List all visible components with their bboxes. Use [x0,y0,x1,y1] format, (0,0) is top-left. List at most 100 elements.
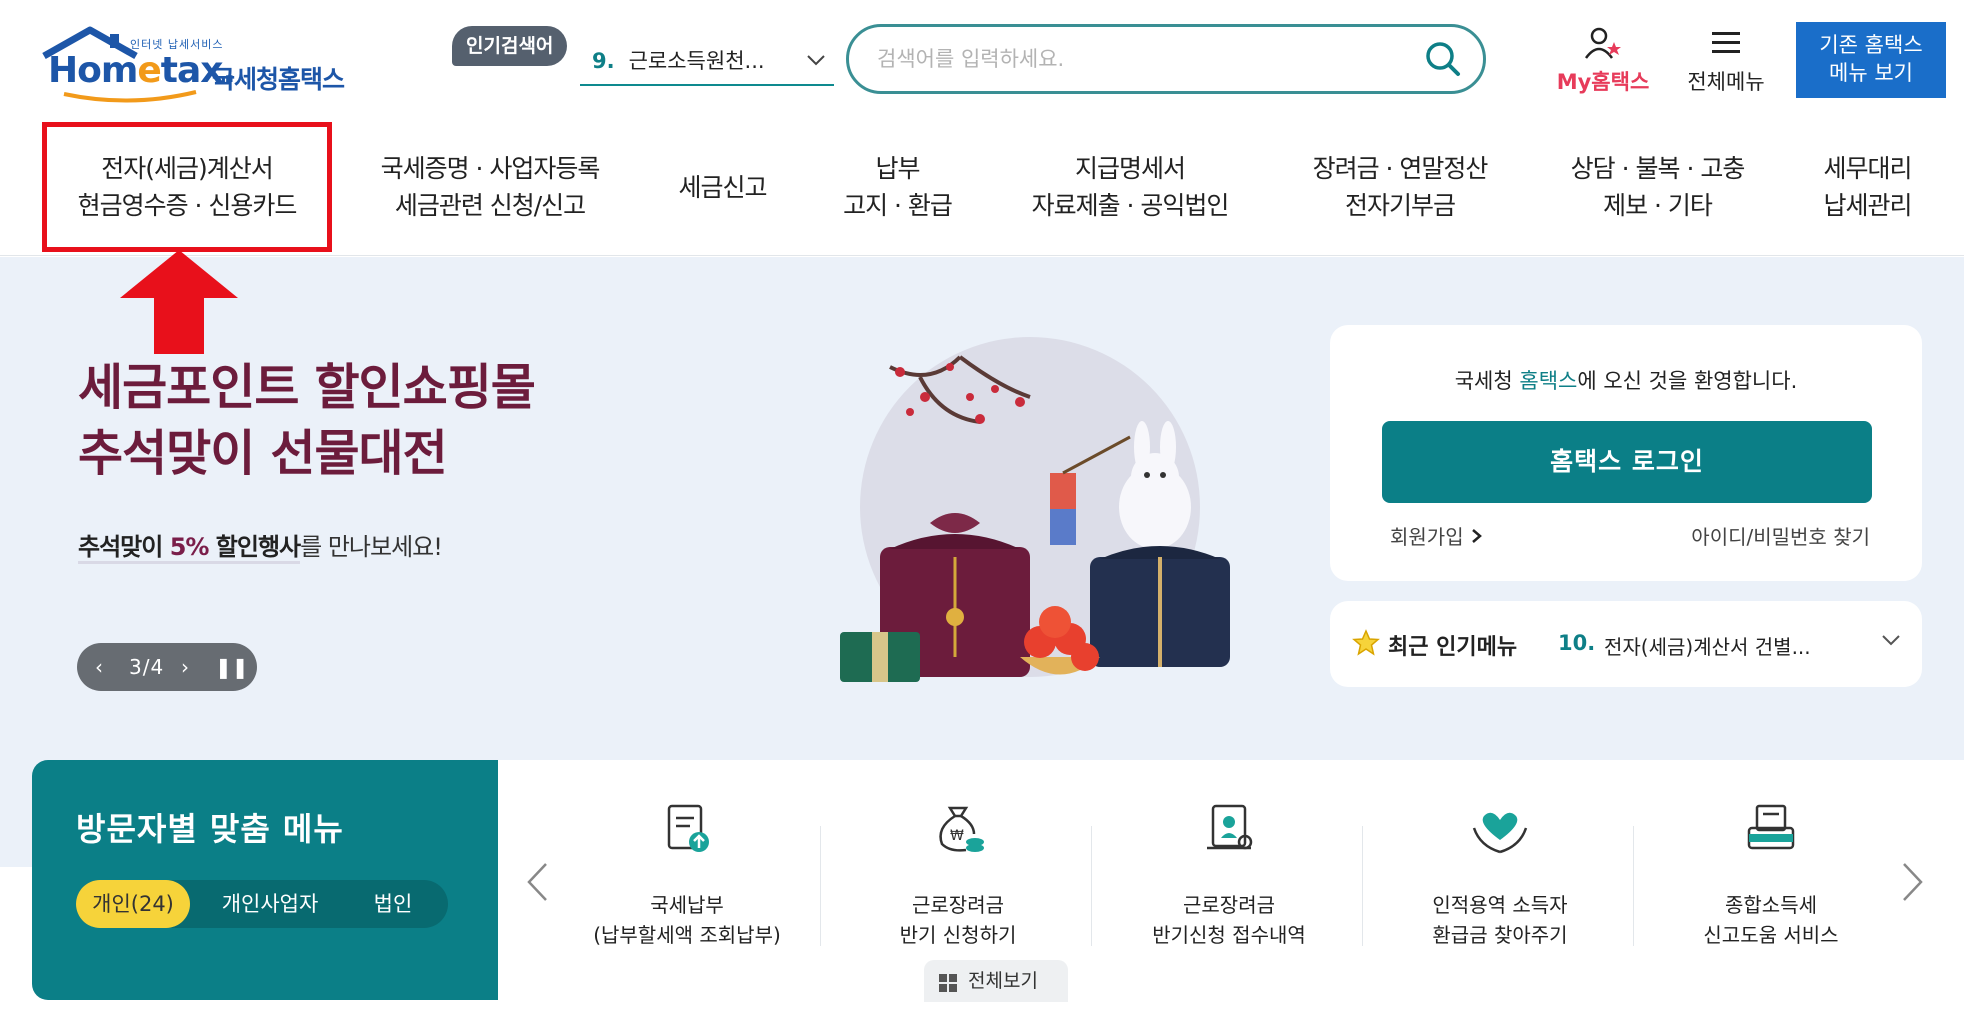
money-bag-icon: ₩ [939,806,984,852]
divider [1362,826,1363,946]
service-label-line2: 환급금 찾아주기 [1432,923,1568,947]
nav-item-e-invoice[interactable]: 전자(세금)계산서 현금영수증 · 신용카드 [42,118,332,256]
legacy-btn-line2: 메뉴 보기 [1829,61,1913,85]
service-label-line2: 반기신청 접수내역 [1152,923,1306,947]
service-incentive-apply[interactable]: ₩ 근로장려금반기 신청하기 [823,798,1093,968]
divider [1091,826,1092,946]
nav-item-incentive[interactable]: 장려금 · 연말정산 전자기부금 [1280,118,1520,256]
search-icon[interactable] [1423,39,1463,79]
nav-item-certificates[interactable]: 국세증명 · 사업자등록 세금관련 신청/신고 [350,118,630,256]
nav-label-line1: 납부 [875,154,920,183]
signup-label: 회원가입 [1390,525,1464,549]
recent-popular-menu[interactable]: 최근 인기메뉴 10. 전자(세금)계산서 건별... [1330,601,1922,687]
my-hometax-button[interactable]: My홈택스 [1548,26,1658,96]
legacy-btn-line1: 기존 홈택스 [1819,33,1923,57]
tab-individual[interactable]: 개인(24) [76,880,190,928]
see-all-label: 전체보기 [968,970,1038,992]
recent-menu-rank: 10. [1558,631,1596,655]
user-star-icon [1584,27,1621,59]
service-label-line1: 근로장려금 [1183,893,1275,917]
all-menu-label: 전체메뉴 [1687,70,1765,94]
nav-label-line2: 전자기부금 [1344,191,1456,220]
arrow-up-icon [120,250,238,354]
nav-label-line2: 고지 · 환급 [843,191,953,220]
nav-label-line1: 세무대리 [1823,154,1912,183]
banner-page-count: 3/4 [129,655,165,679]
nav-label-line1: 장려금 · 연말정산 [1312,154,1489,183]
banner-title[interactable]: 세금포인트 할인쇼핑몰 추석맞이 선물대전 [78,355,536,487]
chevron-left-icon[interactable]: ‹ [95,643,103,691]
chuseok-gift-illustration [840,337,1230,682]
nav-item-tax-agent[interactable]: 세무대리 납세관리 [1800,118,1935,256]
logo-swoosh-icon [63,90,197,103]
divider [820,826,821,946]
grid-icon [939,974,957,992]
search-input[interactable] [875,39,1395,79]
visitor-menu-panel: 방문자별 맞춤 메뉴 개인(24) 개인사업자 법인 [32,760,498,1000]
banner-title-line1: 세금포인트 할인쇼핑몰 [78,359,536,416]
chevron-left-icon[interactable] [524,860,550,904]
login-button[interactable]: 홈택스 로그인 [1382,421,1872,503]
service-incentive-history[interactable]: 근로장려금반기신청 접수내역 [1094,798,1364,968]
nav-label-line2: 현금영수증 · 신용카드 [77,191,298,220]
heart-hands-icon [1472,812,1528,854]
service-income-tax-help[interactable]: 종합소득세신고도움 서비스 [1636,798,1906,968]
nav-item-payment[interactable]: 납부 고지 · 환급 [815,118,980,256]
service-label-line2: 반기 신청하기 [899,923,1017,947]
service-label-line1: 근로장려금 [912,893,1004,917]
service-label-line1: 국세납부 [650,893,724,917]
all-menu-button[interactable]: 전체메뉴 [1676,26,1776,96]
login-card: 국세청 홈택스에 오신 것을 환영합니다. 홈택스 로그인 회원가입 아이디/비… [1330,325,1922,581]
chevron-right-icon[interactable]: › [181,643,189,691]
popular-rank: 9. [592,49,615,73]
service-tax-payment[interactable]: 국세납부 (납부할세액 조회납부) [552,798,822,968]
svg-text:₩: ₩ [950,828,964,844]
nav-item-consultation[interactable]: 상담 · 불복 · 고충 제보 · 기타 [1545,118,1770,256]
pause-icon[interactable]: ❚❚ [215,643,249,691]
certificate-scroll-icon [1207,804,1253,850]
popular-search-dropdown[interactable]: 9. 근로소득원천... [580,40,834,86]
logo-brand: Hometax. [48,50,236,91]
nav-label-line2: 납세관리 [1823,191,1912,220]
divider [1633,826,1634,946]
main-nav: 전자(세금)계산서 현금영수증 · 신용카드 국세증명 · 사업자등록 세금관련… [0,118,1964,256]
popular-keyword: 근로소득원천... [628,49,765,73]
legacy-hometax-button[interactable]: 기존 홈택스 메뉴 보기 [1796,22,1946,98]
welcome-message: 국세청 홈택스에 오신 것을 환영합니다. [1454,369,1798,393]
service-label-line1: 종합소득세 [1725,893,1817,917]
chevron-right-icon[interactable] [1900,860,1926,904]
banner-subtitle: 추석맞이 5% 할인행사를 만나보세요! [78,527,443,564]
nav-label-line1: 상담 · 불복 · 고충 [1570,154,1746,183]
tab-sole-proprietor[interactable]: 개인사업자 [200,880,340,928]
nav-item-tax-report[interactable]: 세금신고 [650,118,795,256]
popular-search-badge: 인기검색어 [452,26,568,66]
chevron-down-icon [1882,635,1900,646]
tab-corporation[interactable]: 법인 [348,880,438,928]
star-icon [1352,629,1380,656]
hometax-logo[interactable]: 인터넷 납세서비스 Hometax. 국세청홈택스 [30,20,360,104]
chevron-down-icon [807,55,825,66]
service-label-line2: 신고도움 서비스 [1703,923,1839,947]
nav-label-line1: 세금신고 [678,172,767,202]
search-bar [846,24,1486,94]
site-header: 인터넷 납세서비스 Hometax. 국세청홈택스 인기검색어 9. 근로소득원천… [0,0,1964,118]
service-label-line1: 인적용역 소득자 [1432,893,1568,917]
recent-menu-value: 전자(세금)계산서 건별... [1604,635,1811,659]
signup-link[interactable]: 회원가입 [1390,521,1484,550]
banner-pager: ‹ 3/4 › ❚❚ [77,643,257,691]
logo-subtitle: 국세청홈택스 [212,65,345,94]
see-all-button[interactable]: 전체보기 [924,960,1068,1002]
nav-item-payment-statement[interactable]: 지급명세서 자료제출 · 공익법인 [1010,118,1250,256]
printer-tray-icon [1747,804,1795,850]
visitor-menu-title: 방문자별 맞춤 메뉴 [76,810,344,848]
service-refund-finder[interactable]: 인적용역 소득자환급금 찾아주기 [1365,798,1635,968]
nav-label-line2: 세금관련 신청/신고 [394,191,586,220]
banner-title-line2: 추석맞이 선물대전 [78,425,448,482]
find-id-password-link[interactable]: 아이디/비밀번호 찾기 [1691,521,1870,550]
service-label-line2: (납부할세액 조회납부) [593,923,781,947]
tax-document-icon [667,804,709,852]
nav-label-line1: 지급명세서 [1074,154,1186,183]
nav-label-line2: 제보 · 기타 [1603,191,1713,220]
recent-menu-title: 최근 인기메뉴 [1388,635,1518,660]
visitor-tabs: 개인(24) 개인사업자 법인 [76,880,448,928]
